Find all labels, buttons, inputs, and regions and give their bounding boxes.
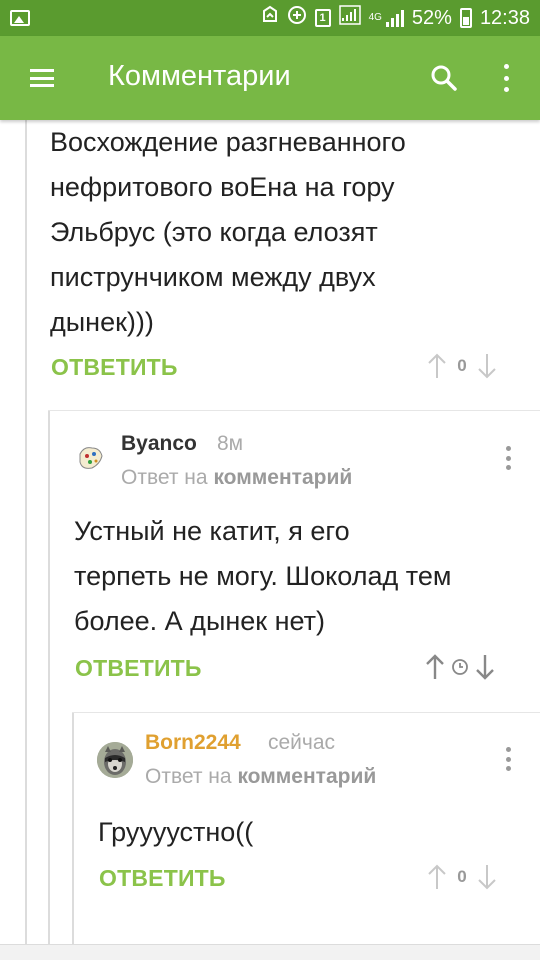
more-icon[interactable] — [503, 446, 513, 470]
menu-icon[interactable] — [30, 69, 54, 87]
reply-button[interactable]: ОТВЕТИТЬ — [99, 865, 226, 892]
downvote-icon[interactable] — [476, 352, 498, 380]
avatar[interactable] — [76, 444, 104, 474]
wifi-signal-icon — [338, 5, 361, 31]
network-type-label: 4G — [368, 12, 382, 23]
more-icon[interactable] — [503, 747, 513, 771]
upvote-icon[interactable] — [426, 352, 448, 380]
thread-line — [25, 120, 27, 944]
vote-count: 0 — [457, 867, 467, 886]
avatar[interactable] — [97, 742, 133, 778]
more-icon[interactable] — [498, 64, 514, 92]
notification-badge: 1 — [314, 9, 331, 27]
thread-divider — [72, 712, 540, 713]
data-saver-icon — [287, 5, 307, 31]
comment-time: сейчас — [268, 731, 336, 754]
battery-percent: 52% — [411, 6, 452, 29]
reply-button[interactable]: ОТВЕТИТЬ — [75, 655, 202, 682]
page-title: Комментарии — [108, 60, 291, 92]
reply-to-link[interactable]: комментарий — [213, 466, 352, 489]
thread-divider — [48, 410, 540, 411]
thread-line — [48, 410, 50, 944]
search-icon[interactable] — [430, 64, 458, 92]
upvote-icon[interactable] — [424, 653, 446, 681]
comment-text: Груууустно(( — [98, 817, 254, 847]
author-name[interactable]: Born2244 — [145, 731, 241, 755]
reply-button[interactable]: ОТВЕТИТЬ — [51, 354, 178, 381]
vote-control — [424, 653, 496, 681]
reply-to-link[interactable]: комментарий — [237, 765, 376, 788]
status-time: 12:38 — [479, 6, 530, 29]
author-name[interactable]: Byanco — [121, 432, 197, 456]
vote-count: 0 — [457, 356, 467, 375]
vote-control: 0 — [426, 352, 498, 380]
downvote-icon[interactable] — [474, 653, 496, 681]
recycle-icon — [261, 5, 279, 31]
reply-to-line: Ответ на комментарий — [121, 466, 353, 489]
cell-signal-icon — [385, 9, 404, 27]
comment-text: Устный не катит, я его терпеть не могу. … — [74, 516, 452, 636]
downvote-icon[interactable] — [476, 863, 498, 891]
comment-text: Восхождение разгневанного нефритового во… — [50, 127, 406, 337]
reply-to-line: Ответ на комментарий — [145, 765, 377, 788]
status-bar: 1 4G 52% 12:38 — [0, 0, 540, 36]
comment-time: 8м — [217, 432, 244, 455]
thread-line — [72, 712, 74, 944]
vote-control: 0 — [426, 863, 498, 891]
gallery-notification-icon — [10, 10, 30, 26]
bottom-bar — [0, 944, 540, 960]
upvote-icon[interactable] — [426, 863, 448, 891]
clock-icon — [446, 658, 474, 676]
battery-icon — [459, 8, 472, 28]
app-bar: Комментарии — [0, 36, 540, 120]
